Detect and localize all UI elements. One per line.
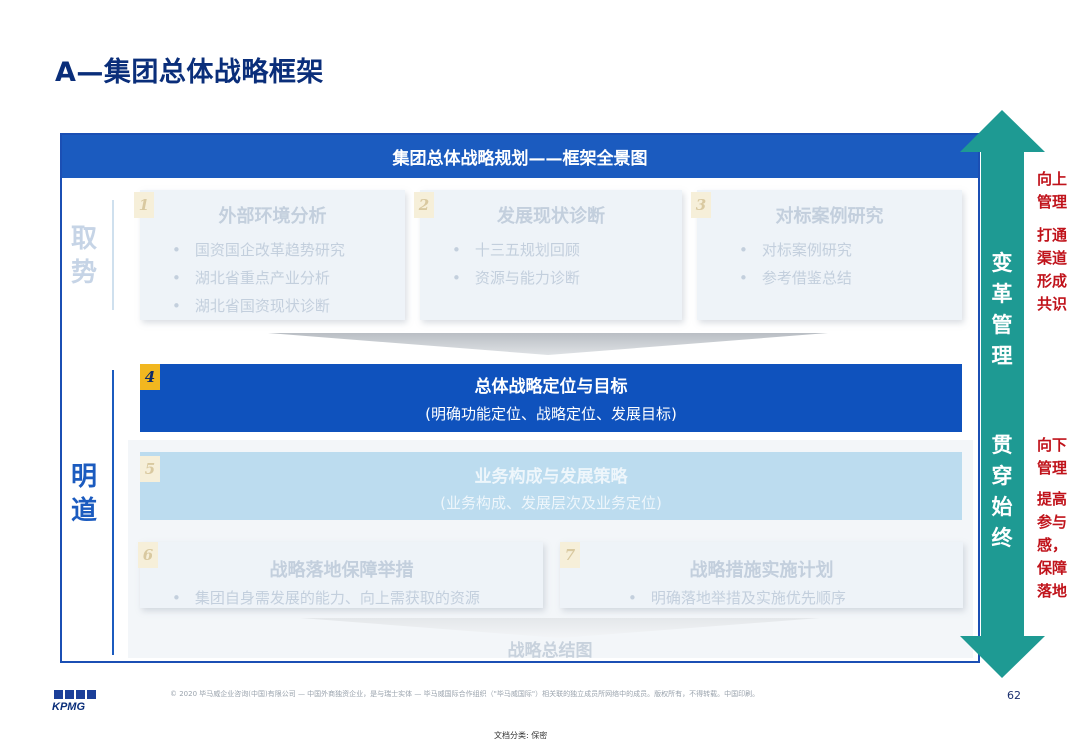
- box-implementation-guarantee: 6 战略落地保障举措 集团自身需发展的能力、向上需获取的资源: [138, 542, 543, 608]
- mingdao-label: 明道: [70, 462, 97, 526]
- box-title: 总体战略定位与目标: [474, 377, 628, 397]
- note-upward-head: 向上管理: [1036, 170, 1067, 211]
- box-status-diagnosis: 2 发展现状诊断 十三五规划回顾 资源与能力诊断: [414, 190, 682, 320]
- box-title: 对标案例研究: [775, 206, 884, 227]
- list-item: 国资国企改革趋势研究: [172, 236, 405, 264]
- list-item: 十三五规划回顾: [452, 236, 682, 264]
- list-item: 湖北省重点产业分析: [172, 264, 405, 292]
- document-classification: 文档分类: 保密: [494, 731, 548, 740]
- framework-banner: 集团总体战略规划——框架全景图: [62, 135, 978, 178]
- qushi-divider: [112, 200, 114, 310]
- kpmg-logo: KPMG: [52, 690, 96, 712]
- list-item: 湖北省国资现状诊断: [172, 292, 405, 320]
- box-subtitle: (业务构成、发展层次及业务定位): [440, 494, 662, 512]
- box-external-analysis: 1 外部环境分析 国资国企改革趋势研究 湖北省重点产业分析 湖北省国资现状诊断: [134, 190, 405, 320]
- qushi-label: 取势: [70, 224, 97, 288]
- box-title: 发展现状诊断: [497, 206, 605, 227]
- svg-text:KPMG: KPMG: [52, 701, 85, 712]
- step-number: 4: [140, 364, 160, 390]
- step-number: 7: [560, 542, 580, 568]
- list-item: 参考借鉴总结: [739, 264, 962, 292]
- list-item: 资源与能力诊断: [452, 264, 682, 292]
- mingdao-divider: [112, 370, 114, 655]
- box-implementation-plan: 7 战略措施实施计划 明确落地举措及实施优先顺序: [560, 542, 963, 608]
- note-upward-body: 打通渠道形成共识: [1036, 226, 1067, 313]
- box-title: 战略措施实施计划: [689, 560, 834, 581]
- step-number: 2: [414, 192, 434, 218]
- note-downward-head: 向下管理: [1036, 436, 1067, 477]
- step-number: 1: [134, 192, 154, 218]
- step-number: 5: [140, 456, 160, 482]
- box-title: 外部环境分析: [218, 206, 327, 227]
- note-downward-body: 提高参与感，保障落地: [1036, 490, 1067, 600]
- copyright-text: © 2020 毕马威企业咨询(中国)有限公司 — 中国外商独资企业，是与瑞士实体…: [170, 690, 760, 698]
- strategy-summary-label: 战略总结图: [507, 641, 593, 661]
- box-subtitle: (明确功能定位、战略定位、发展目标): [425, 405, 677, 423]
- list-item: 明确落地举措及实施优先顺序: [628, 584, 963, 612]
- box-title: 战略落地保障举措: [269, 560, 414, 581]
- down-chevron-shape: [268, 333, 828, 355]
- page-number: 62: [1007, 689, 1021, 702]
- box-benchmark-study: 3 对标案例研究 对标案例研究 参考借鉴总结: [691, 190, 962, 320]
- arrow-label-top: 变革管理: [991, 251, 1013, 368]
- step-number: 6: [138, 542, 158, 568]
- arrow-label-bottom: 贯穿始终: [991, 433, 1013, 550]
- down-chevron-shape: [300, 618, 820, 638]
- box-strategic-positioning: 总体战略定位与目标 (明确功能定位、战略定位、发展目标): [140, 364, 962, 432]
- page-title: A—集团总体战略框架: [55, 57, 324, 88]
- box-title: 业务构成与发展策略: [474, 467, 628, 487]
- box-business-strategy: 5 业务构成与发展策略 (业务构成、发展层次及业务定位): [140, 452, 962, 520]
- step-number: 3: [691, 192, 711, 218]
- list-item: 对标案例研究: [739, 236, 962, 264]
- list-item: 集团自身需发展的能力、向上需获取的资源: [172, 584, 543, 612]
